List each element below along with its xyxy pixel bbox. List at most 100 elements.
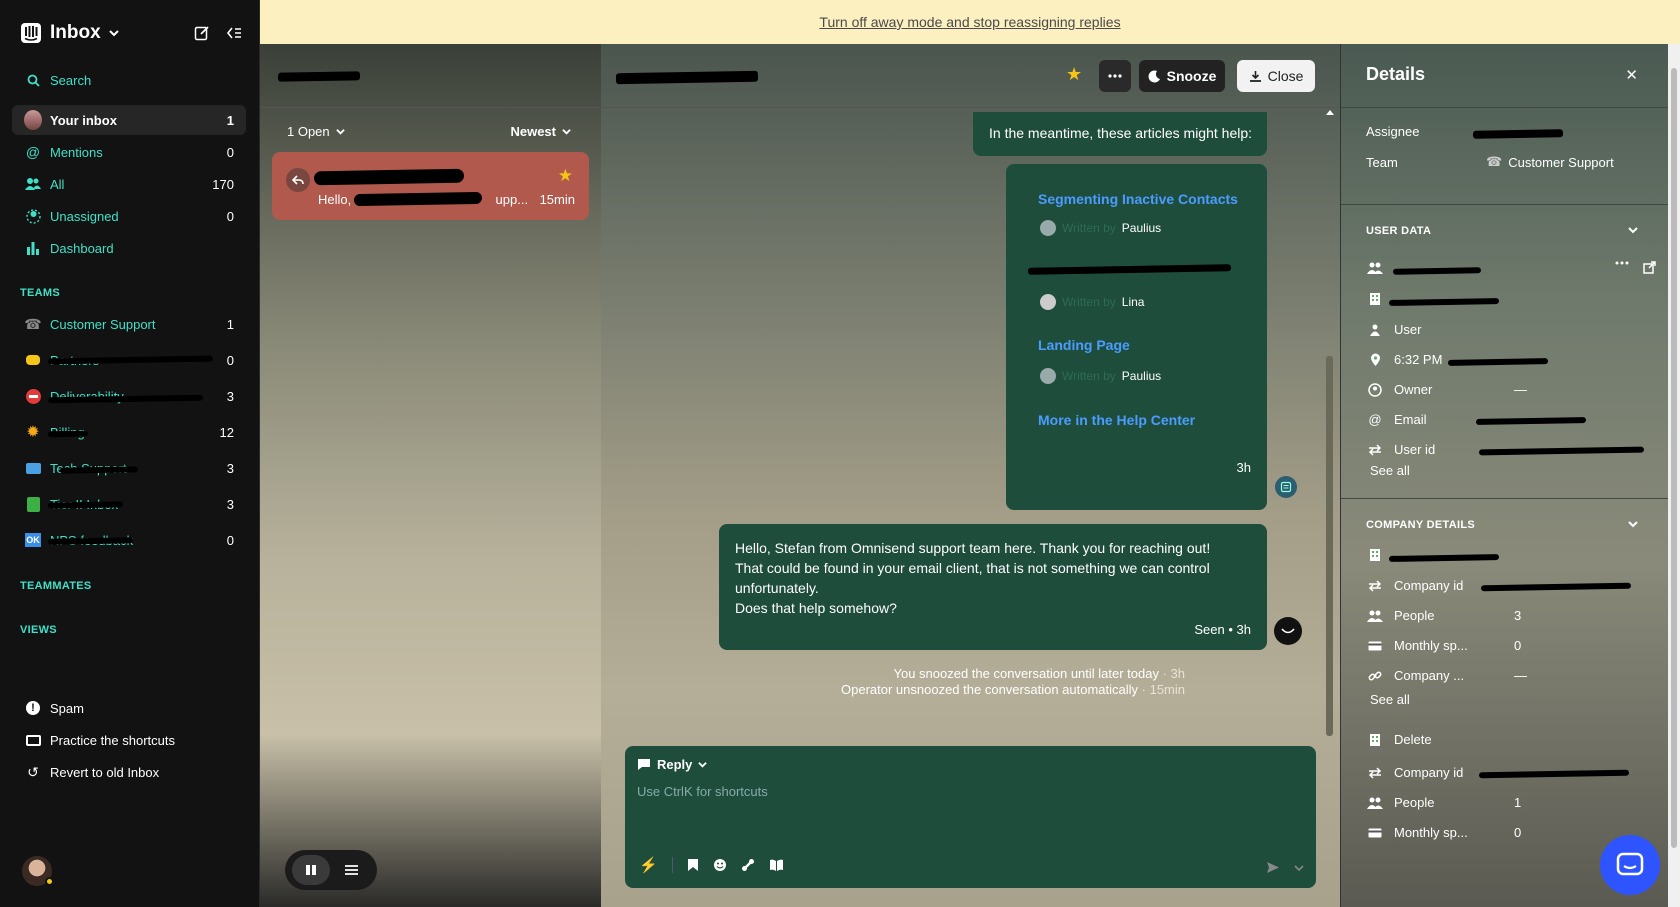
alert-icon: ! bbox=[24, 699, 42, 717]
sidebar-item-count: 1 bbox=[226, 112, 234, 128]
sidebar-item-team-billing[interactable]: ✹ Billing 12 bbox=[12, 417, 246, 447]
scroll-thumb[interactable] bbox=[1326, 356, 1333, 736]
written-by-label: Written by bbox=[1062, 221, 1116, 235]
chevron-down-icon[interactable] bbox=[1628, 225, 1638, 235]
emoji-icon[interactable] bbox=[713, 858, 727, 872]
views-heading[interactable]: VIEWS bbox=[20, 624, 57, 636]
sidebar-item-mentions[interactable]: @ Mentions 0 bbox=[12, 137, 246, 167]
scroll-up-icon[interactable] bbox=[1325, 108, 1335, 116]
more-actions-button[interactable] bbox=[1099, 60, 1131, 92]
event-time: · 15min bbox=[1138, 682, 1185, 697]
company2-monthly-spend-row: Monthly sp... 0 bbox=[1366, 825, 1656, 840]
conversation-scrollbar[interactable] bbox=[1325, 108, 1335, 778]
message-line: Does that help somehow? bbox=[735, 600, 897, 616]
bookmark-icon[interactable] bbox=[687, 858, 699, 872]
sidebar-item-count: 170 bbox=[212, 176, 234, 192]
user-data-heading[interactable]: USER DATA bbox=[1366, 225, 1431, 237]
status-filter[interactable]: 1 Open bbox=[287, 124, 345, 139]
message-bubble-reply: Hello, Stefan from Omnisend support team… bbox=[719, 524, 1267, 650]
details-title: Details bbox=[1366, 64, 1426, 84]
sidebar-item-unassigned[interactable]: Unassigned 0 bbox=[12, 201, 246, 231]
id-arrows-icon bbox=[1366, 579, 1384, 592]
credit-card-icon bbox=[1366, 641, 1384, 651]
sidebar-item-count: 3 bbox=[226, 496, 234, 512]
chevron-down-icon[interactable] bbox=[1628, 519, 1638, 529]
no-entry-icon bbox=[24, 387, 42, 405]
sidebar-item-count: 1 bbox=[226, 316, 234, 332]
team-value: Customer Support bbox=[1508, 154, 1614, 170]
message-line: That could be found in your email client… bbox=[735, 560, 1210, 576]
details-scrollbar[interactable] bbox=[1668, 44, 1680, 907]
sidebar: Inbox Search Your inbox 1 @ Mentions 0 A… bbox=[0, 0, 260, 907]
turn-off-away-mode-link[interactable]: Turn off away mode and stop reassigning … bbox=[819, 14, 1120, 30]
close-conversation-button[interactable]: Close bbox=[1237, 60, 1315, 92]
company2-name-row: Delete bbox=[1366, 732, 1656, 747]
detail-value: 3 bbox=[1514, 608, 1522, 623]
laptop-icon bbox=[24, 459, 42, 477]
assignee-label: Assignee bbox=[1366, 124, 1420, 139]
sidebar-item-practice-shortcuts[interactable]: Practice the shortcuts bbox=[12, 725, 246, 755]
bot-avatar bbox=[1275, 476, 1297, 498]
sidebar-item-dashboard[interactable]: Dashboard bbox=[12, 233, 246, 263]
company-details-heading[interactable]: COMPANY DETAILS bbox=[1366, 519, 1475, 531]
lightning-icon[interactable]: ⚡ bbox=[639, 856, 658, 874]
reply-mode-selector[interactable]: Reply bbox=[637, 757, 708, 772]
help-center-link[interactable]: More in the Help Center bbox=[1038, 412, 1195, 428]
chat-icon bbox=[1616, 852, 1644, 876]
conversation-header: ★ Snooze Close bbox=[601, 44, 1340, 108]
search-item[interactable]: Search bbox=[12, 65, 246, 95]
article-link[interactable]: Segmenting Inactive Contacts bbox=[1038, 191, 1238, 207]
detail-value: 1 bbox=[1514, 795, 1522, 810]
see-all-company-link[interactable]: See all bbox=[1370, 692, 1410, 707]
sidebar-item-revert[interactable]: ↺ Revert to old Inbox bbox=[12, 757, 246, 787]
external-link-icon[interactable] bbox=[1643, 261, 1656, 274]
scroll-thumb[interactable] bbox=[1671, 68, 1677, 848]
team-row[interactable]: Team ☎ Customer Support bbox=[1366, 154, 1656, 170]
columns-view-button[interactable] bbox=[292, 855, 330, 885]
send-icon[interactable] bbox=[1266, 861, 1280, 874]
sidebar-item-count: 3 bbox=[226, 460, 234, 476]
list-view-button[interactable] bbox=[332, 855, 370, 885]
company-monthly-spend-row: Monthly sp... 0 bbox=[1366, 638, 1656, 653]
handshake-icon bbox=[24, 351, 42, 369]
sidebar-item-all[interactable]: All 170 bbox=[12, 169, 246, 199]
star-icon[interactable]: ★ bbox=[558, 166, 573, 186]
sidebar-item-your-inbox[interactable]: Your inbox 1 bbox=[12, 105, 246, 135]
sort-filter[interactable]: Newest bbox=[510, 124, 571, 139]
chevron-down-icon bbox=[698, 762, 708, 768]
more-dots-icon[interactable] bbox=[1615, 261, 1629, 265]
chevron-down-icon[interactable] bbox=[1294, 863, 1304, 873]
messenger-launcher-button[interactable] bbox=[1600, 835, 1660, 895]
reply-input[interactable]: Use CtrlK for shortcuts bbox=[637, 784, 768, 799]
sidebar-item-spam[interactable]: ! Spam bbox=[12, 693, 246, 723]
sidebar-item-label: Your inbox bbox=[50, 112, 117, 128]
user-avatar[interactable] bbox=[22, 856, 54, 886]
status-filter-label: 1 Open bbox=[287, 124, 330, 139]
book-icon[interactable] bbox=[769, 859, 784, 872]
snooze-button[interactable]: Snooze bbox=[1139, 60, 1225, 92]
attachment-icon[interactable] bbox=[741, 858, 755, 872]
collapse-sidebar-icon[interactable] bbox=[226, 25, 242, 41]
message-line: Hello, Stefan from Omnisend support team… bbox=[735, 540, 1211, 556]
detail-value[interactable]: — bbox=[1514, 382, 1527, 397]
sidebar-item-count: 0 bbox=[226, 208, 234, 224]
inbox-title[interactable]: Inbox bbox=[50, 22, 101, 44]
people-icon bbox=[1366, 797, 1384, 809]
id-arrows-icon bbox=[1366, 766, 1384, 779]
article-link[interactable]: Landing Page bbox=[1038, 337, 1130, 353]
compose-icon[interactable] bbox=[194, 25, 210, 41]
see-all-user-data-link[interactable]: See all bbox=[1370, 463, 1410, 478]
revert-icon: ↺ bbox=[27, 763, 39, 780]
link-icon bbox=[1366, 669, 1384, 683]
close-icon[interactable]: ✕ bbox=[1625, 66, 1638, 84]
detail-value[interactable]: — bbox=[1514, 668, 1527, 683]
conversation-item[interactable]: ★ Hello, Supp... 15min bbox=[272, 152, 589, 220]
conversation-time: 15min bbox=[539, 192, 575, 207]
person-icon bbox=[1366, 324, 1384, 336]
teammates-heading[interactable]: TEAMMATES bbox=[20, 580, 92, 592]
unassigned-icon bbox=[25, 208, 41, 224]
conversation-panel: ★ Snooze Close In the meantime, these ar… bbox=[601, 44, 1340, 907]
sidebar-item-team-customer-support[interactable]: ☎ Customer Support 1 bbox=[12, 309, 246, 339]
star-icon[interactable]: ★ bbox=[1066, 64, 1082, 85]
chevron-down-icon[interactable] bbox=[108, 28, 119, 38]
